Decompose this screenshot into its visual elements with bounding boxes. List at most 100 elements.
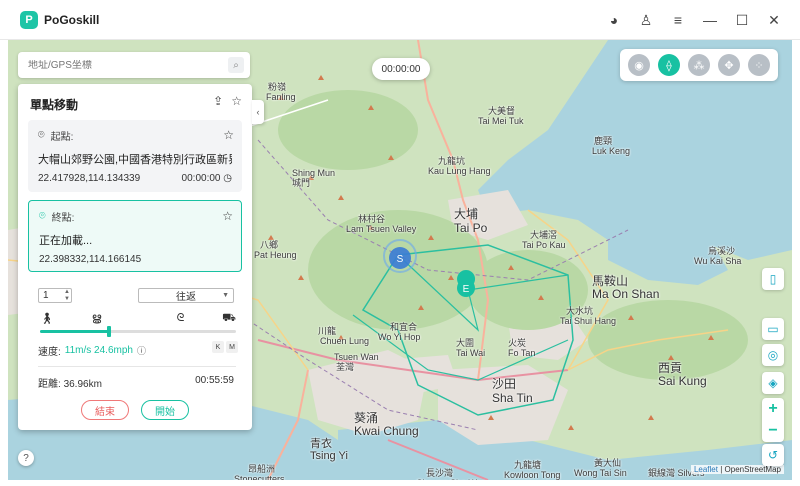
- end-favorite-star-icon[interactable]: ☆: [222, 209, 233, 223]
- folder-icon[interactable]: ▭: [762, 318, 784, 340]
- favorite-icon[interactable]: ☆: [231, 94, 242, 108]
- map-place-label: 大埔: [454, 207, 479, 221]
- distance-label: 距離:: [38, 379, 61, 390]
- map-place-label: Shing Mun: [292, 168, 336, 178]
- distance-value: 36.96km: [63, 379, 102, 390]
- start-label: 起點:: [50, 132, 74, 143]
- map-place-label: 大水坑: [566, 306, 594, 316]
- bicycle-icon[interactable]: ൠ: [92, 312, 102, 326]
- multi-spot-mode-icon[interactable]: ⁂: [688, 54, 710, 76]
- map-place-label: Tsuen Wan: [334, 352, 379, 362]
- map-place-label: 荃灣: [336, 362, 355, 372]
- start-coords: 22.417928,114.134339: [38, 173, 141, 184]
- map-place-label: Tai Po Kau: [522, 240, 566, 250]
- divider: [38, 366, 236, 367]
- map-place-label: 長沙灣: [426, 468, 454, 478]
- map-attribution: Leaflet | OpenStreetMap: [690, 465, 784, 474]
- search-submit-icon[interactable]: ⌕: [228, 57, 244, 73]
- start-favorite-star-icon[interactable]: ☆: [223, 128, 234, 142]
- jump-mode-icon[interactable]: ⁘: [748, 54, 770, 76]
- panel-title: 單點移動: [30, 98, 79, 112]
- map-place-label: Fo Tan: [508, 348, 536, 358]
- car-icon[interactable]: ⛟: [222, 312, 236, 326]
- map-place-label: 九龍坑: [438, 156, 466, 166]
- repeat-count-stepper[interactable]: 1 ▲ ▼: [38, 288, 72, 303]
- speed-slider-thumb[interactable]: [106, 326, 111, 337]
- start-time: 00:00:00 ◷: [181, 173, 232, 184]
- svg-text:S: S: [397, 254, 404, 265]
- end-label: 終點:: [51, 213, 75, 224]
- teleport-mode-icon[interactable]: ◉: [628, 54, 650, 76]
- maximize-icon[interactable]: ☐: [732, 10, 752, 30]
- timer-display: 00:00:00: [372, 58, 430, 80]
- menu-icon[interactable]: ≡: [668, 10, 688, 30]
- info-icon[interactable]: ⓘ: [137, 344, 146, 357]
- unit-km-toggle[interactable]: K: [212, 341, 224, 353]
- end-address: 正在加載...: [39, 235, 93, 247]
- search-input[interactable]: [28, 59, 228, 71]
- end-coords: 22.398332,114.166145: [39, 254, 142, 265]
- map-place-label: Cheung Sha Wan: [416, 478, 487, 480]
- title-bar: P PoGoskill ◕ ♙ ≡ — ☐ ✕: [0, 0, 800, 40]
- start-button[interactable]: 開始: [141, 400, 189, 420]
- map-place-label: Luk Keng: [592, 146, 631, 156]
- walk-icon[interactable]: 🚶︎: [40, 312, 54, 326]
- end-point-card[interactable]: ⌾ 終點: ☆ 正在加載... 22.398332,114.166145: [28, 200, 242, 272]
- account-icon[interactable]: ♙: [636, 10, 656, 30]
- map-place-label: Stonecutters: [234, 474, 285, 480]
- share-icon[interactable]: ⇪: [213, 94, 223, 108]
- start-point-card[interactable]: ⌾ 起點: ☆ 大帽山郊野公園,中國香港特別行政區新界... 22.417928…: [28, 120, 242, 192]
- duration-value: 00:55:59: [195, 375, 234, 386]
- map-place-label: 大美督: [488, 106, 516, 116]
- map-place-label: 烏溪沙: [708, 246, 736, 256]
- start-address: 大帽山郊野公園,中國香港特別行政區新界...: [38, 154, 232, 166]
- map-place-label: 九龍塘: [514, 460, 542, 470]
- clock-icon: ◷: [223, 173, 232, 184]
- location-pin-icon: ⌾: [38, 129, 45, 141]
- device-icon[interactable]: ▯: [762, 268, 784, 290]
- map-place-label: Wo Yi Hop: [378, 332, 421, 342]
- map-place-label: Sai Kung: [658, 374, 707, 388]
- map-place-label: 八鄉: [260, 240, 279, 250]
- zoom-in-icon[interactable]: +: [762, 398, 784, 420]
- map-place-label: Kwai Chung: [354, 424, 419, 438]
- reset-icon[interactable]: ↺: [762, 444, 784, 466]
- map-place-label: Tsing Yi: [310, 450, 348, 462]
- app-logo-icon: P: [20, 10, 38, 29]
- collapse-panel-icon[interactable]: ‹: [252, 100, 264, 124]
- osm-attribution[interactable]: | OpenStreetMap: [720, 465, 781, 474]
- map-place-label: Fanling: [266, 92, 296, 102]
- location-target-icon[interactable]: ◎: [762, 344, 784, 366]
- scooter-icon[interactable]: ᘓ: [177, 312, 185, 326]
- discord-icon[interactable]: ◕: [604, 10, 624, 30]
- map-place-label: Lam Tsuen Valley: [346, 224, 417, 234]
- leaflet-link[interactable]: Leaflet: [694, 465, 718, 474]
- map-place-label: 大圍: [456, 338, 475, 348]
- map-place-label: 川龍: [318, 326, 337, 336]
- app-title: PoGoskill: [44, 12, 100, 27]
- map-place-label: 沙田: [492, 377, 517, 391]
- map-place-label: 和宜合: [390, 322, 418, 332]
- route-mode-select[interactable]: 往返 ▼: [138, 288, 234, 303]
- zoom-out-icon[interactable]: −: [762, 420, 784, 442]
- joystick-mode-icon[interactable]: ✥: [718, 54, 740, 76]
- close-icon[interactable]: ✕: [764, 10, 784, 30]
- unit-mile-toggle[interactable]: M: [226, 341, 238, 353]
- speed-value: 11m/s 24.6mph: [64, 345, 133, 356]
- map-place-label: Wong Tai Sin: [574, 468, 627, 478]
- speed-slider[interactable]: [40, 326, 236, 337]
- map-place-label: Tai Shui Hang: [560, 316, 617, 326]
- map-place-label: Kowloon Tong: [504, 470, 561, 480]
- map-place-label: Chuen Lung: [320, 336, 370, 346]
- map-place-label: Tai Mei Tuk: [478, 116, 524, 126]
- route-panel: 單點移動 ⇪ ☆ ⌾ 起點: ☆ 大帽山郊野公園,中國香港特別行政區新界... …: [18, 84, 252, 430]
- compass-icon[interactable]: ◈: [762, 372, 784, 394]
- mode-toolbar: ◉ ⟠ ⁂ ✥ ⁘: [620, 49, 778, 81]
- minimize-icon[interactable]: —: [700, 10, 720, 30]
- map-place-label: 城門: [292, 178, 311, 188]
- map-place-label: 火炭: [508, 338, 527, 348]
- svg-text:E: E: [463, 284, 470, 295]
- end-button[interactable]: 結束: [81, 400, 129, 420]
- help-icon[interactable]: ?: [18, 450, 34, 466]
- single-spot-mode-icon[interactable]: ⟠: [658, 54, 680, 76]
